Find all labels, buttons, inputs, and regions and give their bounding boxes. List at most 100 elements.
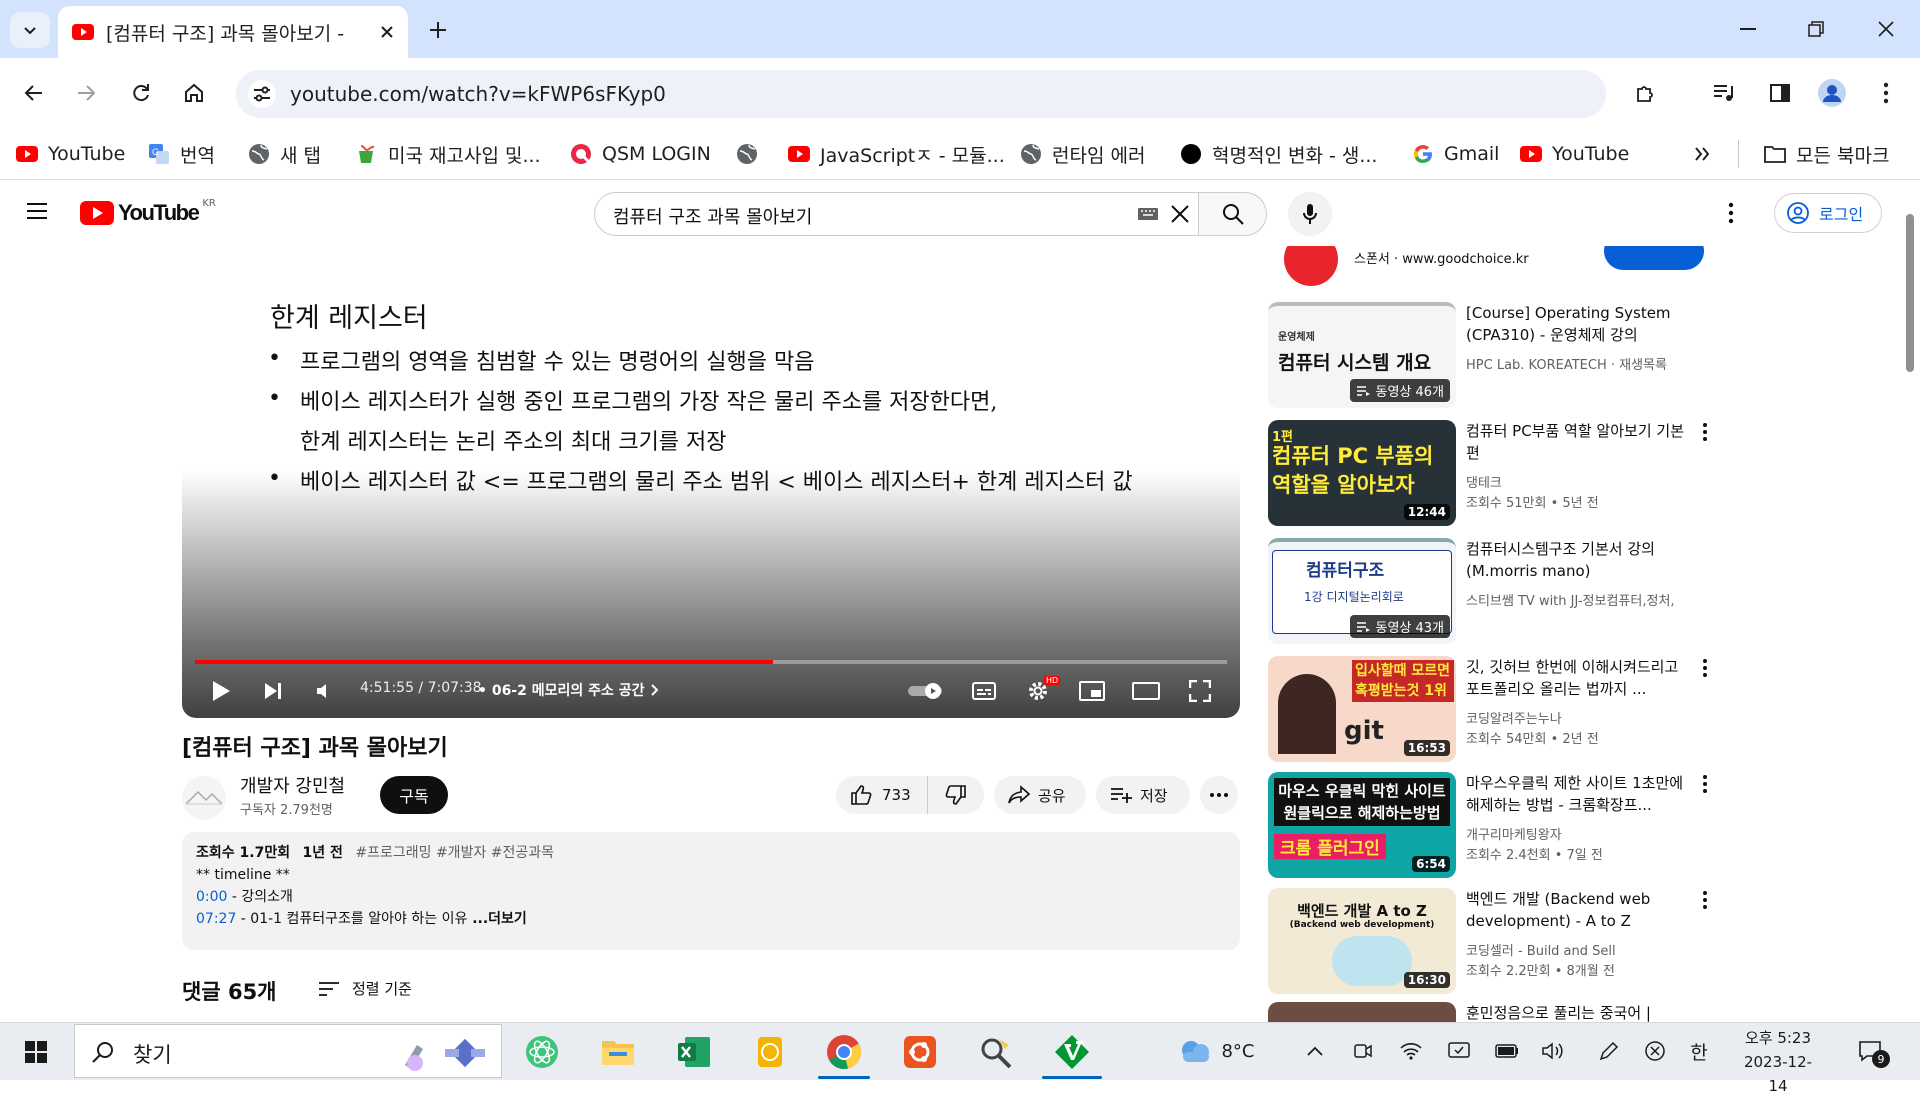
sponsored-ad[interactable]: 스폰서 · www.goodchoice.kr — [1268, 246, 1722, 298]
dislike-button[interactable] — [928, 776, 984, 814]
mute-button[interactable] — [310, 676, 340, 706]
close-tab-icon[interactable] — [380, 25, 394, 39]
bookmark-new-tab[interactable]: 새 탭 — [248, 138, 321, 170]
bookmark-runtime-error[interactable]: 런타임 에러 — [1020, 138, 1145, 170]
tab-search-button[interactable] — [10, 12, 50, 48]
bookmark-us-stock[interactable]: 미국 재고사입 및... — [356, 138, 541, 170]
start-button[interactable] — [14, 1030, 58, 1074]
home-button[interactable] — [174, 73, 214, 113]
video-thumbnail[interactable]: 입사할때 모르면 혹평받는것 1위 git 16:53 — [1268, 656, 1456, 762]
related-video[interactable]: 1편 컴퓨터 PC 부품의 역할을 알아보자 12:44 컴퓨터 PC부품 역할… — [1268, 420, 1712, 528]
active-tab[interactable]: [컴퓨터 구조] 과목 몰아보기 - — [58, 6, 408, 58]
reload-button[interactable] — [121, 73, 161, 113]
chapter-button[interactable]: • 06-2 메모리의 주소 공간 — [478, 680, 659, 700]
video-thumbnail[interactable] — [1268, 1002, 1456, 1022]
ime-indicator[interactable]: 한 — [1686, 1034, 1712, 1068]
share-button[interactable]: 공유 — [994, 776, 1086, 814]
tray-battery[interactable] — [1494, 1034, 1520, 1068]
taskbar-file-explorer[interactable] — [596, 1030, 640, 1074]
page-scrollbar[interactable] — [1906, 214, 1914, 372]
hashtags[interactable]: #프로그래밍 #개발자 #전공과목 — [355, 845, 554, 861]
more-vert-icon[interactable] — [1698, 658, 1712, 678]
timestamp-link[interactable]: 07:27 — [196, 911, 236, 927]
keyboard-icon[interactable] — [1137, 205, 1159, 221]
related-video[interactable]: 마우스 우클릭 막힌 사이트 원클릭으로 해제하는방법 크롬 플러그인 6:54… — [1268, 772, 1712, 880]
site-info-button[interactable] — [248, 80, 276, 108]
bookmark-youtube-2[interactable]: YouTube — [1520, 138, 1629, 170]
profile-button[interactable] — [1812, 73, 1852, 113]
play-button[interactable] — [206, 676, 236, 706]
tray-overflow-button[interactable] — [1302, 1034, 1328, 1068]
channel-avatar[interactable] — [182, 776, 226, 820]
bookmark-revolution[interactable]: 혁명적인 변화 - 생... — [1180, 138, 1377, 170]
forward-button[interactable] — [66, 73, 106, 113]
show-more-button[interactable]: ...더보기 — [467, 911, 527, 927]
more-vert-icon[interactable] — [1698, 890, 1712, 910]
more-vert-icon[interactable] — [1698, 774, 1712, 794]
bookmark-gmail[interactable]: Gmail — [1412, 138, 1499, 170]
next-button[interactable] — [258, 676, 288, 706]
related-video[interactable]: 백엔드 개발 A to Z (Backend web development) … — [1268, 888, 1712, 996]
related-video[interactable]: 입사할때 모르면 혹평받는것 1위 git 16:53 깃, 깃허브 한번에 이… — [1268, 656, 1712, 764]
login-button[interactable]: 로그인 — [1774, 193, 1882, 233]
address-bar[interactable]: youtube.com/watch?v=kFWP6sFKyp0 — [236, 70, 1606, 118]
save-button[interactable]: 저장 — [1096, 776, 1190, 814]
related-video[interactable]: 훈민정음으로 풀리는 중국어 | — [1268, 1002, 1712, 1022]
new-tab-button[interactable] — [420, 12, 456, 48]
search-input[interactable]: 컴퓨터 구조 과목 몰아보기 — [594, 192, 1199, 236]
video-thumbnail[interactable]: 운영체제 컴퓨터 시스템 개요 동영상 46개 — [1268, 302, 1456, 408]
subscribe-button[interactable]: 구독 — [380, 776, 448, 814]
tray-pen[interactable] — [1596, 1034, 1622, 1068]
bookmark-javascript[interactable]: JavaScriptㅈ - 모듈... — [788, 138, 1005, 170]
video-thumbnail[interactable]: 컴퓨터구조 1강 디지털논리회로 동영상 43개 — [1268, 538, 1456, 644]
taskbar-app-tool[interactable] — [974, 1030, 1018, 1074]
voice-search-button[interactable] — [1288, 192, 1332, 236]
taskbar-app-coin[interactable] — [748, 1030, 792, 1074]
related-video[interactable]: 운영체제 컴퓨터 시스템 개요 동영상 46개 [Course] Operati… — [1268, 302, 1712, 410]
taskbar-ubuntu[interactable] — [898, 1030, 942, 1074]
progress-bar[interactable] — [195, 660, 1227, 664]
related-video[interactable]: 컴퓨터구조 1강 디지털논리회로 동영상 43개 컴퓨터시스템구조 기본서 강의… — [1268, 538, 1712, 646]
tray-meet-button[interactable] — [1350, 1034, 1376, 1068]
tray-volume[interactable] — [1540, 1034, 1566, 1068]
theater-mode-button[interactable] — [1130, 676, 1162, 706]
more-actions-button[interactable] — [1200, 776, 1238, 814]
extensions-button[interactable] — [1626, 73, 1666, 113]
bookmark-qsm-login[interactable]: QSM LOGIN — [570, 138, 711, 170]
taskbar-chrome[interactable] — [822, 1030, 866, 1074]
search-button[interactable] — [1199, 192, 1267, 236]
notification-center[interactable]: 9 — [1850, 1034, 1890, 1068]
video-thumbnail[interactable]: 1편 컴퓨터 PC 부품의 역할을 알아보자 12:44 — [1268, 420, 1456, 526]
close-window-button[interactable] — [1856, 8, 1916, 50]
like-button[interactable]: 733 — [836, 776, 928, 814]
bookmark-youtube[interactable]: YouTube — [16, 138, 125, 170]
bookmarks-overflow-button[interactable] — [1694, 138, 1710, 170]
tray-close-app[interactable] — [1642, 1034, 1668, 1068]
taskbar-app-vim[interactable] — [1050, 1030, 1094, 1074]
weather-widget[interactable]: 8°C — [1176, 1034, 1256, 1068]
miniplayer-button[interactable] — [1076, 676, 1108, 706]
subtitles-button[interactable] — [968, 676, 1000, 706]
timestamp-link[interactable]: 0:00 — [196, 889, 227, 905]
tray-app[interactable] — [1446, 1034, 1472, 1068]
taskbar-search[interactable]: 찾기 — [74, 1024, 502, 1078]
youtube-logo[interactable]: YouTube KR — [80, 198, 216, 226]
autoplay-toggle[interactable] — [906, 676, 946, 706]
guide-menu-button[interactable] — [26, 202, 48, 220]
bookmark-translate[interactable]: G 번역 — [148, 138, 215, 170]
taskbar-app-atom[interactable] — [520, 1030, 564, 1074]
sort-comments-button[interactable]: 정렬 기준 — [318, 978, 412, 999]
minimize-button[interactable] — [1718, 8, 1778, 50]
restore-button[interactable] — [1786, 8, 1846, 50]
tray-wifi[interactable] — [1398, 1034, 1424, 1068]
bookmark-globe[interactable] — [736, 138, 768, 170]
video-thumbnail[interactable]: 백엔드 개발 A to Z (Backend web development) … — [1268, 888, 1456, 994]
side-panel-button[interactable] — [1760, 73, 1800, 113]
description-box[interactable]: 조회수 1.7만회 1년 전 #프로그래밍 #개발자 #전공과목 ** time… — [182, 832, 1240, 950]
system-clock[interactable]: 오후 5:23 2023-12-14 — [1736, 1026, 1820, 1098]
chrome-menu-button[interactable] — [1866, 73, 1906, 113]
video-thumbnail[interactable]: 마우스 우클릭 막힌 사이트 원클릭으로 해제하는방법 크롬 플러그인 6:54 — [1268, 772, 1456, 878]
back-button[interactable] — [14, 73, 54, 113]
settings-button[interactable]: HD — [1022, 676, 1061, 706]
clear-search-icon[interactable] — [1169, 203, 1191, 225]
